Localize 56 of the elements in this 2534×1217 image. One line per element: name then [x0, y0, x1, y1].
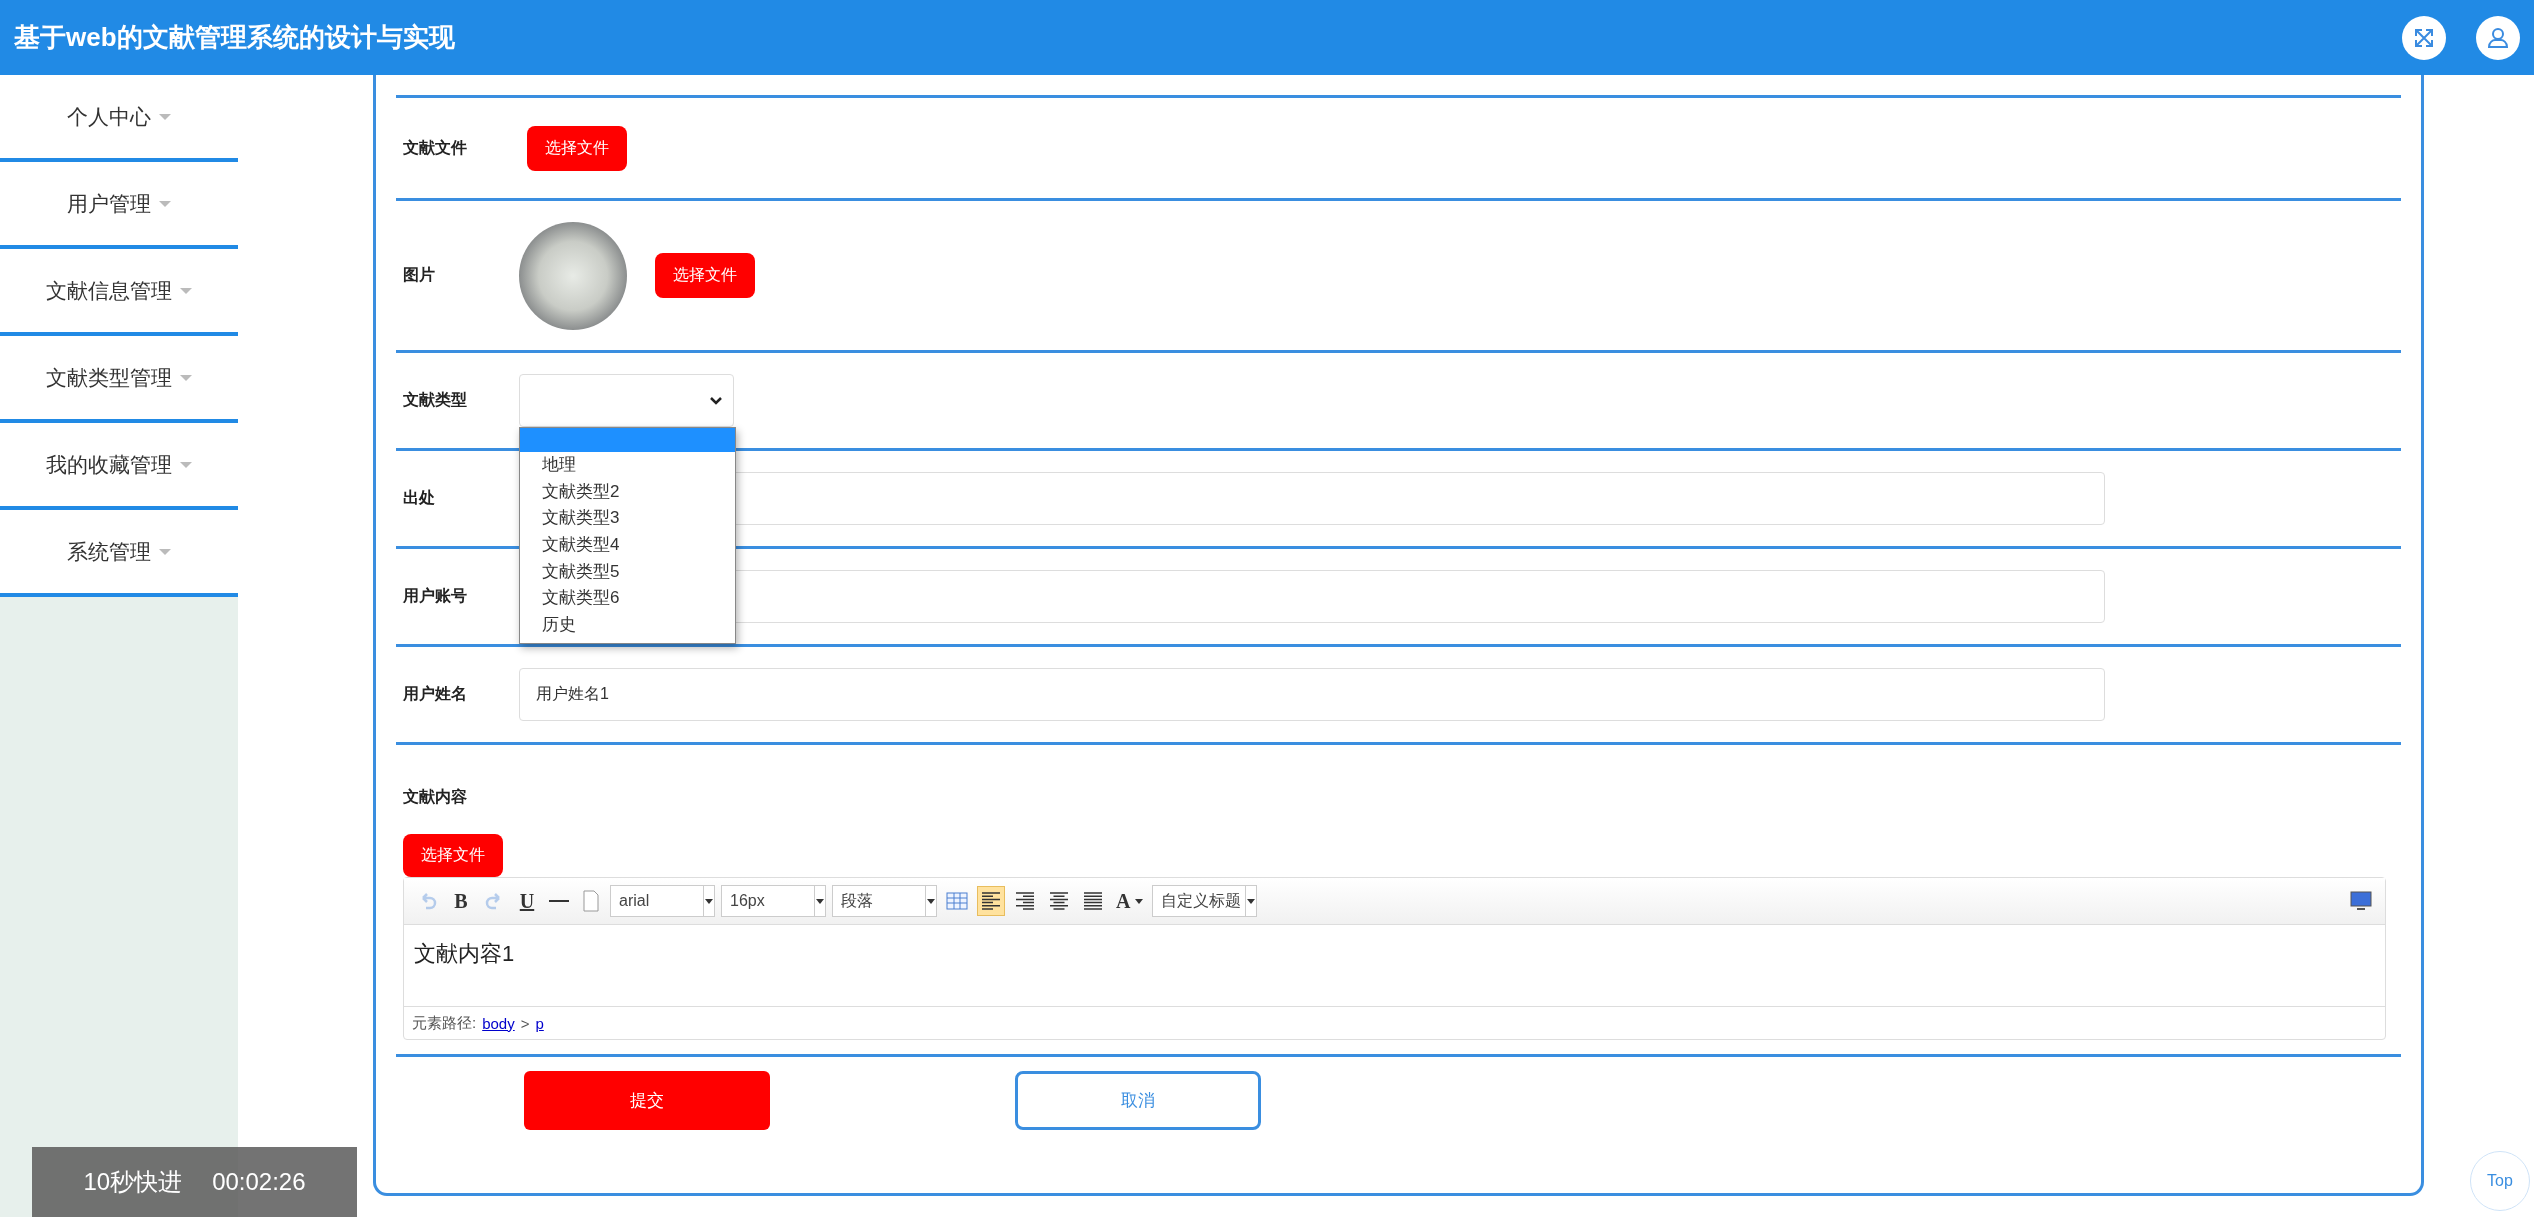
align-icon: [1048, 890, 1070, 912]
path-link[interactable]: body: [482, 1014, 515, 1032]
path-separator: >: [520, 1014, 530, 1032]
sidebar-item[interactable]: 文献信息管理: [0, 249, 238, 336]
playback-time: 00:02:26: [212, 1168, 306, 1196]
text-field[interactable]: 用户姓名1: [519, 668, 2105, 721]
dropdown-option[interactable]: 文献类型5: [520, 558, 735, 586]
monitor-icon: [2350, 891, 2372, 911]
editor-content[interactable]: 文献内容1: [404, 925, 2385, 1007]
toolbar-dropdown[interactable]: arial: [610, 885, 715, 917]
align-icon: [980, 890, 1002, 912]
path-link[interactable]: p: [535, 1014, 544, 1032]
dropdown-option[interactable]: 文献类型6: [520, 585, 735, 613]
align-icon: [1082, 890, 1104, 912]
submit-button[interactable]: 提交: [524, 1071, 770, 1130]
choose-file-button[interactable]: 选择文件: [527, 125, 627, 171]
field-label: 文献类型: [402, 390, 468, 410]
font-color-button[interactable]: A: [1113, 886, 1147, 916]
skip-forward-label[interactable]: 10秒快进: [83, 1166, 183, 1198]
dropdown-option[interactable]: 文献类型3: [520, 505, 735, 533]
chevron-down-icon: [709, 395, 723, 406]
dropdown-option[interactable]: 文献类型4: [520, 532, 735, 559]
align-left-button[interactable]: [977, 886, 1005, 916]
app-title: 基于web的文献管理系统的设计与实现: [14, 21, 456, 54]
dropdown-option[interactable]: 历史: [520, 612, 735, 639]
back-to-top-button[interactable]: Top: [2470, 1151, 2530, 1211]
field-label: 用户姓名: [402, 684, 468, 704]
dropdown-option[interactable]: 文献类型2: [520, 478, 735, 506]
cancel-button[interactable]: 取消: [1015, 1071, 1261, 1130]
sidebar-item[interactable]: 用户管理: [0, 162, 238, 249]
underline-button[interactable]: U: [514, 886, 540, 916]
choose-file-button[interactable]: 选择文件: [655, 253, 755, 298]
field-label: 出处: [402, 488, 436, 508]
user-icon: [2487, 26, 2509, 49]
expand-icon: [2413, 26, 2435, 49]
table-icon: [946, 891, 968, 911]
field-label: 文献内容: [402, 787, 468, 807]
toolbar-dropdown[interactable]: 自定义标题: [1152, 885, 1258, 917]
field-label: 图片: [402, 265, 436, 285]
field-label: 用户账号: [402, 586, 468, 606]
dropdown-option[interactable]: 地理: [520, 452, 735, 479]
choose-file-button[interactable]: 选择文件: [403, 834, 503, 877]
align-icon: [1014, 890, 1036, 912]
sidebar-item[interactable]: 个人中心: [0, 75, 238, 162]
sidebar-item[interactable]: 文献类型管理: [0, 336, 238, 423]
element-path-label: 元素路径:: [412, 1013, 477, 1033]
toolbar-dropdown[interactable]: 段落: [832, 885, 937, 917]
sidebar-item[interactable]: 系统管理: [0, 510, 238, 597]
toolbar-dropdown[interactable]: 16px: [721, 885, 826, 917]
user-button[interactable]: [2476, 15, 2520, 60]
field-label: 文献文件: [402, 137, 468, 158]
sidebar-item[interactable]: 我的收藏管理: [0, 423, 238, 510]
line-icon: [549, 900, 569, 902]
fullscreen-button[interactable]: [2402, 15, 2446, 60]
page-icon: [582, 890, 600, 912]
bold-button[interactable]: B: [448, 886, 474, 916]
